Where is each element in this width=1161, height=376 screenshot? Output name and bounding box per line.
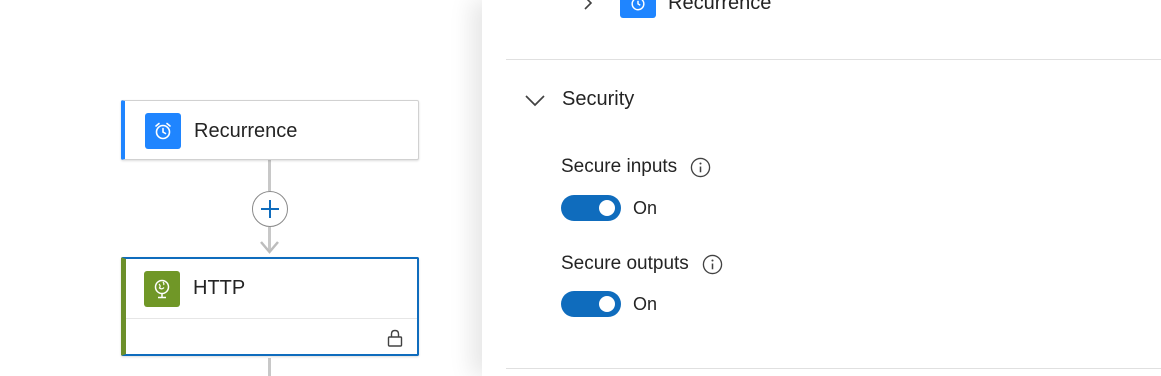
alarm-clock-icon — [620, 0, 656, 18]
step-card-http[interactable]: HTTP — [121, 257, 419, 356]
secure-outputs-toggle[interactable] — [561, 291, 621, 317]
divider — [506, 368, 1161, 369]
divider — [506, 59, 1161, 60]
add-step-button[interactable] — [252, 191, 288, 227]
alarm-clock-icon — [145, 113, 181, 149]
secure-outputs-label: Secure outputs — [561, 253, 723, 275]
settings-panel: Recurrence Security Secure inputs On Sec… — [482, 0, 1161, 376]
toggle-state: On — [633, 197, 658, 218]
run-after-item[interactable]: Recurrence — [580, 0, 771, 18]
secure-outputs-toggle-row: On — [561, 291, 657, 317]
connector-line — [268, 160, 271, 191]
toggle-state: On — [633, 293, 658, 314]
secure-inputs-label: Secure inputs — [561, 156, 711, 178]
chevron-right-icon[interactable] — [580, 0, 596, 11]
run-after-step-label: Recurrence — [668, 0, 772, 14]
step-card-recurrence[interactable]: Recurrence — [121, 100, 419, 160]
designer-canvas[interactable]: Recurrence HTTP — [0, 0, 482, 376]
info-icon[interactable] — [702, 254, 723, 275]
secure-inputs-toggle[interactable] — [561, 195, 621, 221]
chevron-down-icon — [525, 94, 545, 106]
setting-label: Secure outputs — [561, 253, 689, 274]
info-icon[interactable] — [690, 157, 711, 178]
globe-icon — [144, 270, 180, 307]
section-title: Security — [562, 88, 635, 110]
step-title: HTTP — [193, 277, 246, 299]
app-root: Recurrence HTTP Recurrence Security Secu… — [0, 0, 1161, 376]
security-section-toggle[interactable]: Security — [524, 88, 634, 111]
setting-label: Secure inputs — [561, 156, 678, 177]
lock-icon — [387, 329, 403, 347]
connector-line — [268, 358, 271, 376]
step-title: Recurrence — [194, 119, 298, 142]
secure-inputs-toggle-row: On — [561, 195, 657, 221]
arrow-down-icon — [260, 241, 279, 254]
plus-icon — [261, 200, 279, 218]
